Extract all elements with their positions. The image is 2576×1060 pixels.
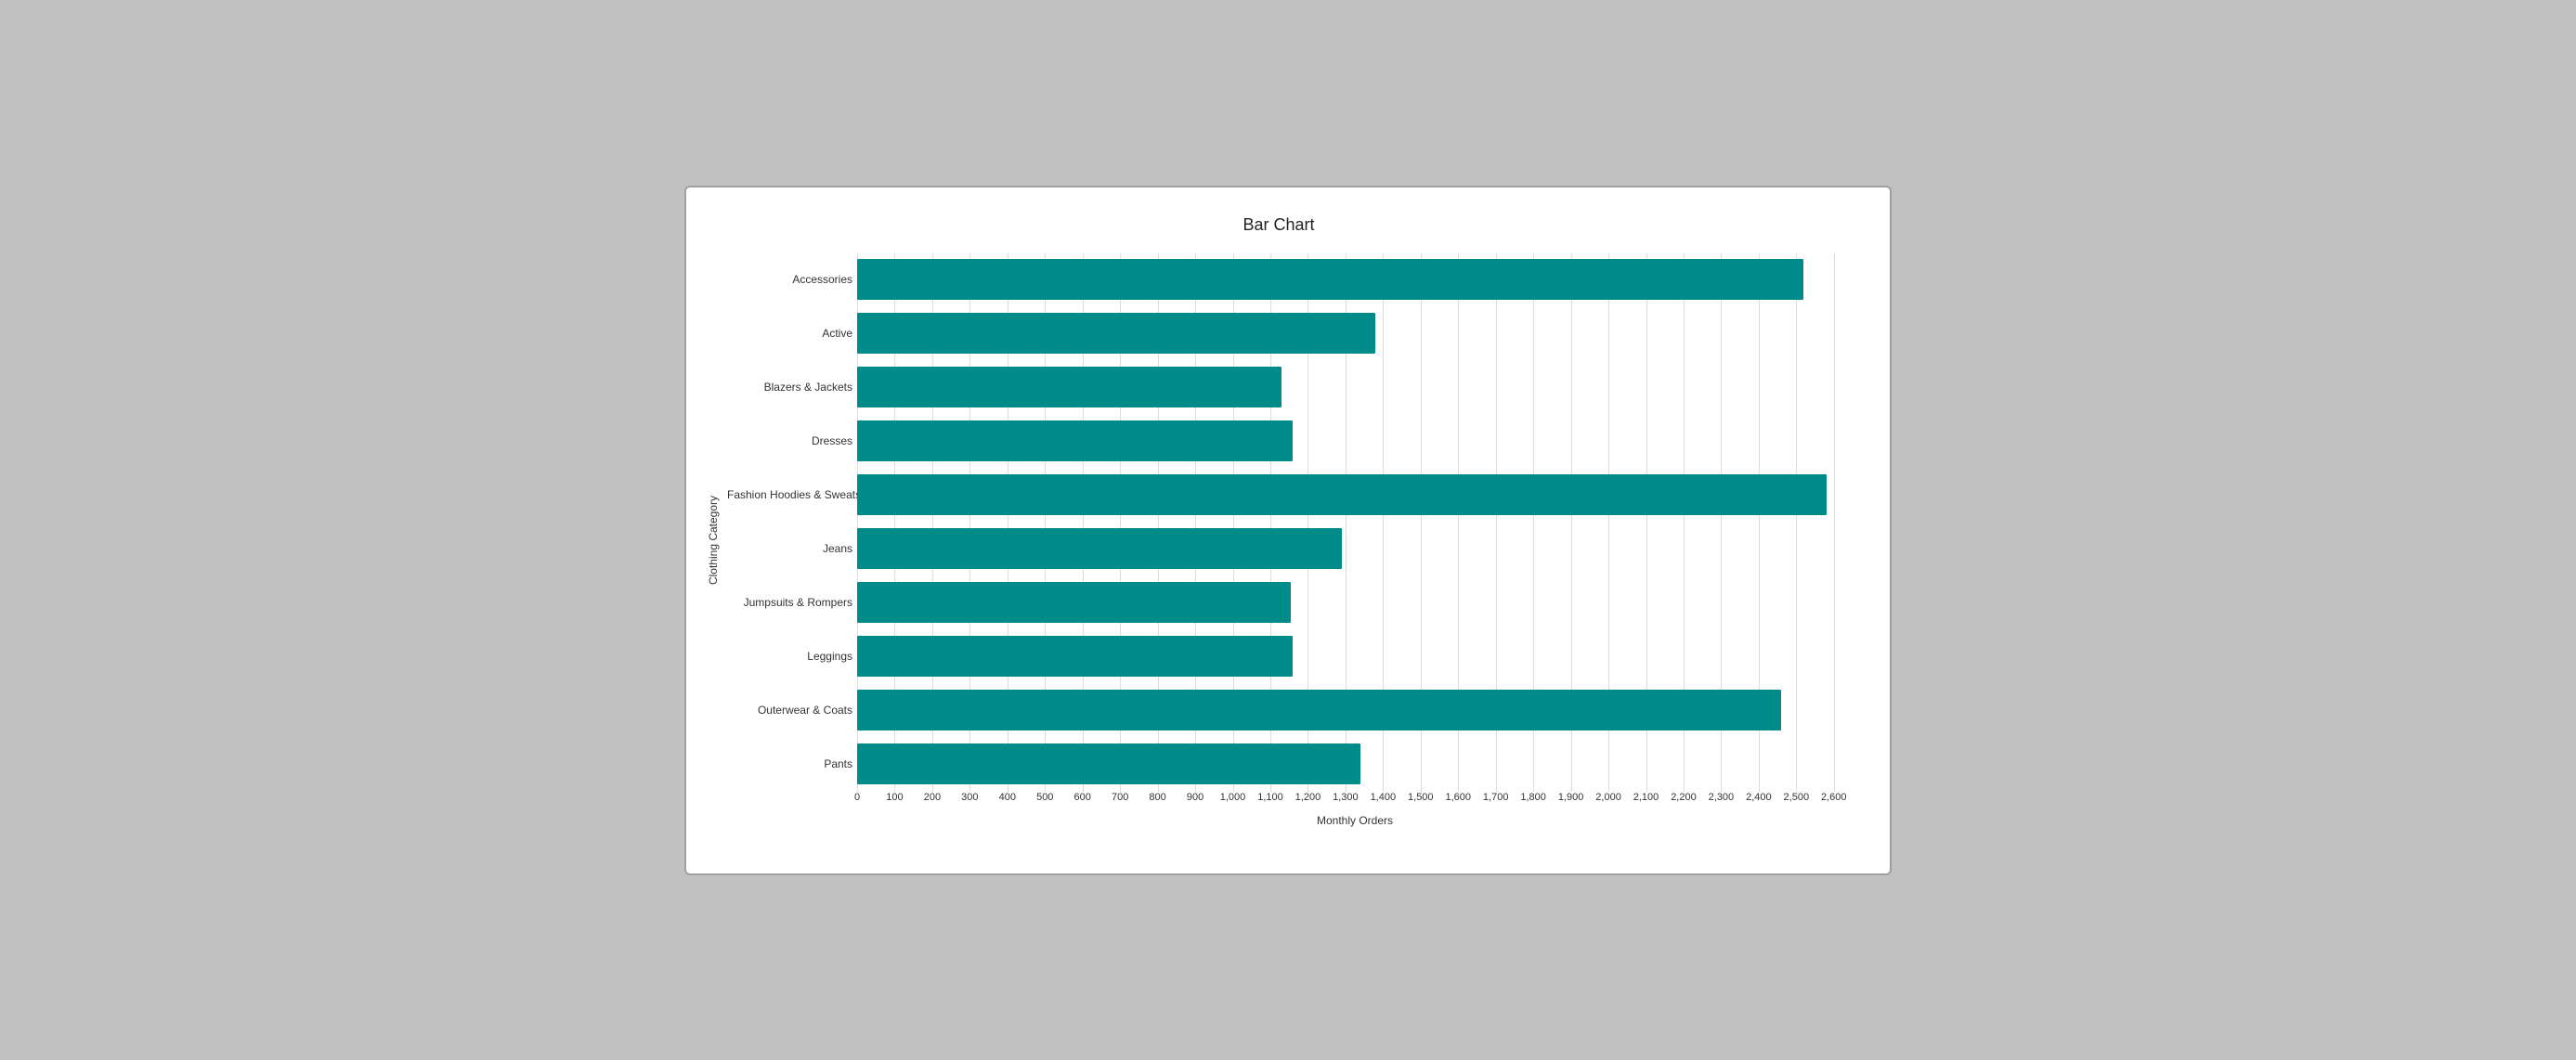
bar-label: Dresses	[727, 434, 852, 447]
x-tick-label: 2,100	[1633, 792, 1659, 803]
bar-wrapper	[857, 690, 1853, 730]
bar-row: Pants	[857, 738, 1853, 790]
bar-wrapper	[857, 528, 1853, 569]
x-tick-label: 2,400	[1746, 792, 1772, 803]
bar-row: Leggings	[857, 630, 1853, 682]
x-axis: 0 100 200 300 400 500 600 700 800 900 1,000 1,100 1,…	[857, 792, 1853, 827]
bar	[857, 528, 1342, 569]
bar	[857, 743, 1360, 784]
bar	[857, 420, 1293, 461]
x-tick-label: 1,700	[1483, 792, 1509, 803]
y-axis-label: Clothing Category	[707, 495, 720, 584]
x-tick-label: 2,000	[1595, 792, 1621, 803]
chart-title: Bar Chart	[705, 215, 1853, 235]
chart-body: Clothing Category AccessoriesActiveBlaze…	[705, 253, 1853, 827]
x-tick-label: 300	[961, 792, 978, 803]
bar-row: Jumpsuits & Rompers	[857, 576, 1853, 628]
bar-row: Accessories	[857, 253, 1853, 305]
x-tick-label: 100	[886, 792, 903, 803]
chart-inner: AccessoriesActiveBlazers & JacketsDresse…	[727, 253, 1853, 827]
x-tick-label: 600	[1074, 792, 1091, 803]
x-tick-label: 2,200	[1671, 792, 1697, 803]
bar-row: Jeans	[857, 523, 1853, 575]
bar-wrapper	[857, 636, 1853, 677]
x-tick-label: 1,300	[1333, 792, 1359, 803]
bar-label: Outerwear & Coats	[727, 704, 852, 717]
x-tick-label: 2,600	[1821, 792, 1847, 803]
bars-area: AccessoriesActiveBlazers & JacketsDresse…	[857, 253, 1853, 790]
bar	[857, 636, 1293, 677]
bar-wrapper	[857, 367, 1853, 407]
x-tick-label: 1,400	[1371, 792, 1397, 803]
bar-row: Active	[857, 307, 1853, 359]
x-tick-label: 0	[854, 792, 860, 803]
bars-and-grid: AccessoriesActiveBlazers & JacketsDresse…	[727, 253, 1853, 792]
x-tick-label: 1,900	[1558, 792, 1584, 803]
bar-row: Outerwear & Coats	[857, 684, 1853, 736]
x-tick-label: 800	[1149, 792, 1165, 803]
x-tick-label: 1,500	[1408, 792, 1434, 803]
x-tick-label: 200	[924, 792, 941, 803]
bar-wrapper	[857, 743, 1853, 784]
bar-label: Fashion Hoodies & Sweatshirts	[727, 488, 852, 501]
bar	[857, 582, 1291, 623]
bar-wrapper	[857, 582, 1853, 623]
bar-row: Blazers & Jackets	[857, 361, 1853, 413]
x-tick-label: 500	[1036, 792, 1053, 803]
bar-wrapper	[857, 420, 1853, 461]
bar-label: Jumpsuits & Rompers	[727, 596, 852, 609]
bar-label: Pants	[727, 757, 852, 770]
bar-label: Leggings	[727, 650, 852, 663]
x-tick-label: 1,200	[1295, 792, 1321, 803]
x-tick-label: 1,000	[1220, 792, 1246, 803]
bar	[857, 259, 1803, 300]
x-tick-label: 700	[1112, 792, 1128, 803]
bar-row: Dresses	[857, 415, 1853, 467]
x-tick-label: 2,300	[1709, 792, 1735, 803]
bar-label: Active	[727, 327, 852, 340]
y-axis-label-container: Clothing Category	[705, 253, 722, 827]
bar-label: Accessories	[727, 273, 852, 286]
x-tick-label: 1,100	[1257, 792, 1283, 803]
x-tick-label: 400	[999, 792, 1016, 803]
bar-wrapper	[857, 313, 1853, 354]
x-tick-label: 1,800	[1520, 792, 1546, 803]
x-ticks: 0 100 200 300 400 500 600 700 800 900 1,000 1,100 1,…	[857, 792, 1853, 810]
x-tick-label: 900	[1187, 792, 1203, 803]
bar	[857, 474, 1827, 515]
bar-wrapper	[857, 474, 1853, 515]
bar-label: Jeans	[727, 542, 852, 555]
bar-wrapper	[857, 259, 1853, 300]
bar-label: Blazers & Jackets	[727, 381, 852, 394]
bar-row: Fashion Hoodies & Sweatshirts	[857, 469, 1853, 521]
x-tick-label: 1,600	[1445, 792, 1471, 803]
bar	[857, 690, 1781, 730]
x-axis-label: Monthly Orders	[857, 814, 1853, 827]
bar	[857, 367, 1281, 407]
x-tick-label: 2,500	[1784, 792, 1810, 803]
bar	[857, 313, 1375, 354]
chart-container: Bar Chart Clothing Category AccessoriesA…	[684, 186, 1892, 875]
